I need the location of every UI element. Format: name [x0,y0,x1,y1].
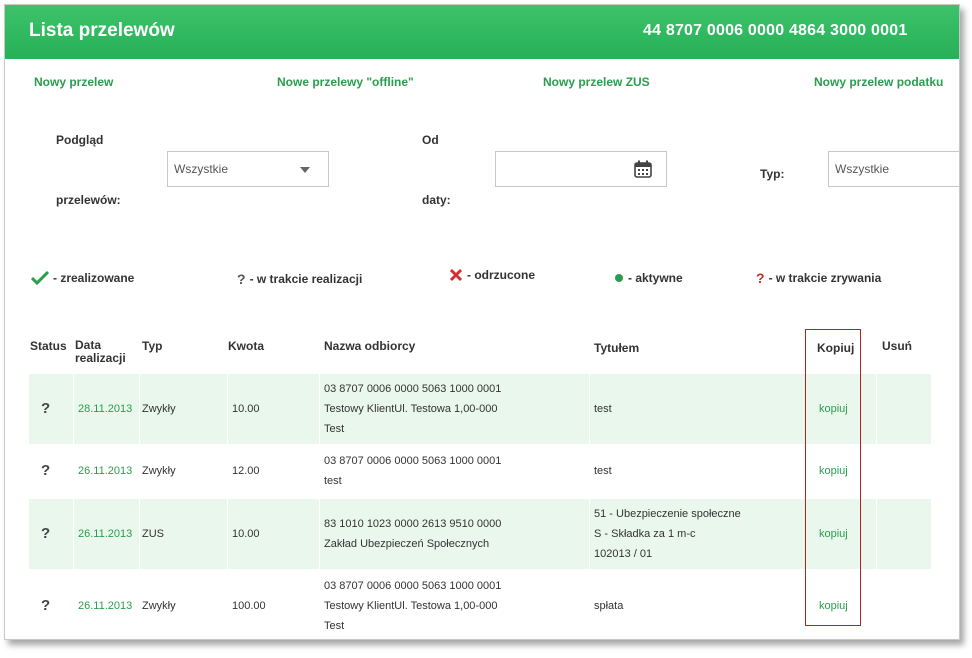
copy-link[interactable]: kopiuj [819,596,848,616]
table-row: ? 26.11.2013 Zwykły 100.00 03 8707 0006 … [29,571,931,639]
status-in-progress-icon: ? [41,525,51,542]
action-links: Nowy przelew Nowe przelewy "offline" Now… [5,75,959,95]
row-type: ZUS [142,528,164,540]
row-date: 26.11.2013 [78,528,133,540]
column-divider [139,374,140,639]
row-type: Zwykły [142,403,176,415]
question-mark-red-icon: ? [756,270,765,286]
legend-active: - aktywne [614,271,683,285]
row-amount: 12.00 [232,465,260,477]
copy-link[interactable]: kopiuj [819,461,848,481]
row-date: 28.11.2013 [78,403,133,415]
legend-in-progress: ? - w trakcie realizacji [237,271,362,287]
legend-in-progress-label: - w trakcie realizacji [249,272,363,286]
column-divider [876,374,877,639]
from-date-label-cont: daty: [422,193,451,207]
status-in-progress-icon: ? [41,400,51,417]
row-date: 26.11.2013 [78,600,133,612]
new-tax-transfer-link[interactable]: Nowy przelew podatku [814,75,943,89]
status-in-progress-icon: ? [41,597,51,614]
row-amount: 100.00 [232,600,266,612]
col-recipient: Nazwa odbiorcy [324,339,416,353]
col-date-cont: realizacji [75,351,126,365]
legend-cancelling-label: - w trakcie zrywania [768,271,882,285]
legend-active-label: - aktywne [628,271,683,285]
table-row: ? 28.11.2013 Zwykły 10.00 03 8707 0006 0… [29,374,931,444]
status-in-progress-icon: ? [41,462,51,479]
row-title: test [594,403,612,415]
copy-link[interactable]: kopiuj [819,399,848,419]
legend-cancelling: ? - w trakcie zrywania [756,270,881,286]
row-amount: 10.00 [232,403,260,415]
row-recipient-account: 83 1010 1023 0000 2613 9510 0000 [324,518,502,530]
status-legend: - zrealizowane ? - w trakcie realizacji … [5,268,959,295]
account-number: 44 8707 0006 0000 4864 3000 0001 [643,22,908,39]
dot-icon [615,274,623,282]
row-amount: 10.00 [232,528,260,540]
copy-link[interactable]: kopiuj [819,524,848,544]
row-recipient-extra: Test [324,423,345,435]
new-transfer-link[interactable]: Nowy przelew [34,75,113,89]
legend-rejected-label: - odrzucone [467,268,535,282]
question-mark-icon: ? [237,271,246,287]
row-recipient-name: test [324,475,342,487]
row-recipient-account: 03 8707 0006 0000 5063 1000 0001 [324,455,502,467]
row-title-cont: 102013 / 01 [594,548,653,560]
legend-done: - zrealizowane [31,271,134,285]
preview-select[interactable]: Wszystkie [167,151,329,187]
row-recipient-name: Zakład Ubezpieczeń Społecznych [324,538,490,550]
column-divider [227,374,228,639]
row-title: spłata [594,600,624,612]
offline-transfers-link[interactable]: Nowe przelewy "offline" [277,75,414,89]
row-recipient-account: 03 8707 0006 0000 5063 1000 0001 [324,383,502,395]
cross-icon [449,268,463,282]
row-date: 26.11.2013 [78,465,133,477]
calendar-icon[interactable] [634,160,652,178]
row-recipient-name: Testowy KlientUl. Testowa 1,00-000 [324,600,498,612]
table-row: ? 26.11.2013 Zwykły 12.00 03 8707 0006 0… [29,446,931,498]
col-type: Typ [142,339,163,353]
col-status: Status [30,339,67,353]
col-title: Tytułem [594,341,640,355]
type-label: Typ: [760,167,785,181]
column-divider [589,374,590,639]
row-title-cont: S - Składka za 1 m-c [594,528,696,540]
column-divider [73,374,74,639]
type-select-value: Wszystkie [835,162,889,176]
row-title: 51 - Ubezpieczenie społeczne [594,508,741,520]
page-title: Lista przelewów [29,20,175,41]
type-select[interactable]: Wszystkie [828,151,959,187]
preview-label: Podgląd [56,133,104,147]
page-header: Lista przelewów 44 8707 0006 0000 4864 3… [5,5,959,59]
column-divider [319,374,320,639]
row-recipient-extra: Test [324,620,345,632]
row-type: Zwykły [142,465,176,477]
from-date-label: Od [422,133,439,147]
row-recipient-name: Testowy KlientUl. Testowa 1,00-000 [324,403,498,415]
preview-select-value: Wszystkie [174,162,228,176]
row-type: Zwykły [142,600,176,612]
legend-rejected: - odrzucone [449,268,535,282]
transfers-window: Lista przelewów 44 8707 0006 0000 4864 3… [4,4,960,640]
new-zus-transfer-link[interactable]: Nowy przelew ZUS [543,75,650,89]
legend-done-label: - zrealizowane [53,271,135,285]
table-header: Status Data realizacji Typ Kwota Nazwa o… [5,333,959,373]
row-recipient-account: 03 8707 0006 0000 5063 1000 0001 [324,580,502,592]
col-copy: Kopiuj [817,341,855,355]
col-amount: Kwota [228,339,264,353]
from-date-input[interactable] [495,151,667,187]
checkmark-icon [31,271,49,285]
preview-label-cont: przelewów: [56,193,121,207]
table-row: ? 26.11.2013 ZUS 10.00 83 1010 1023 0000… [29,499,931,569]
chevron-down-icon [300,167,310,173]
col-delete: Usuń [882,339,912,353]
row-title: test [594,465,612,477]
filters-panel: Podgląd przelewów: Wszystkie Od daty: Ty… [5,127,959,217]
